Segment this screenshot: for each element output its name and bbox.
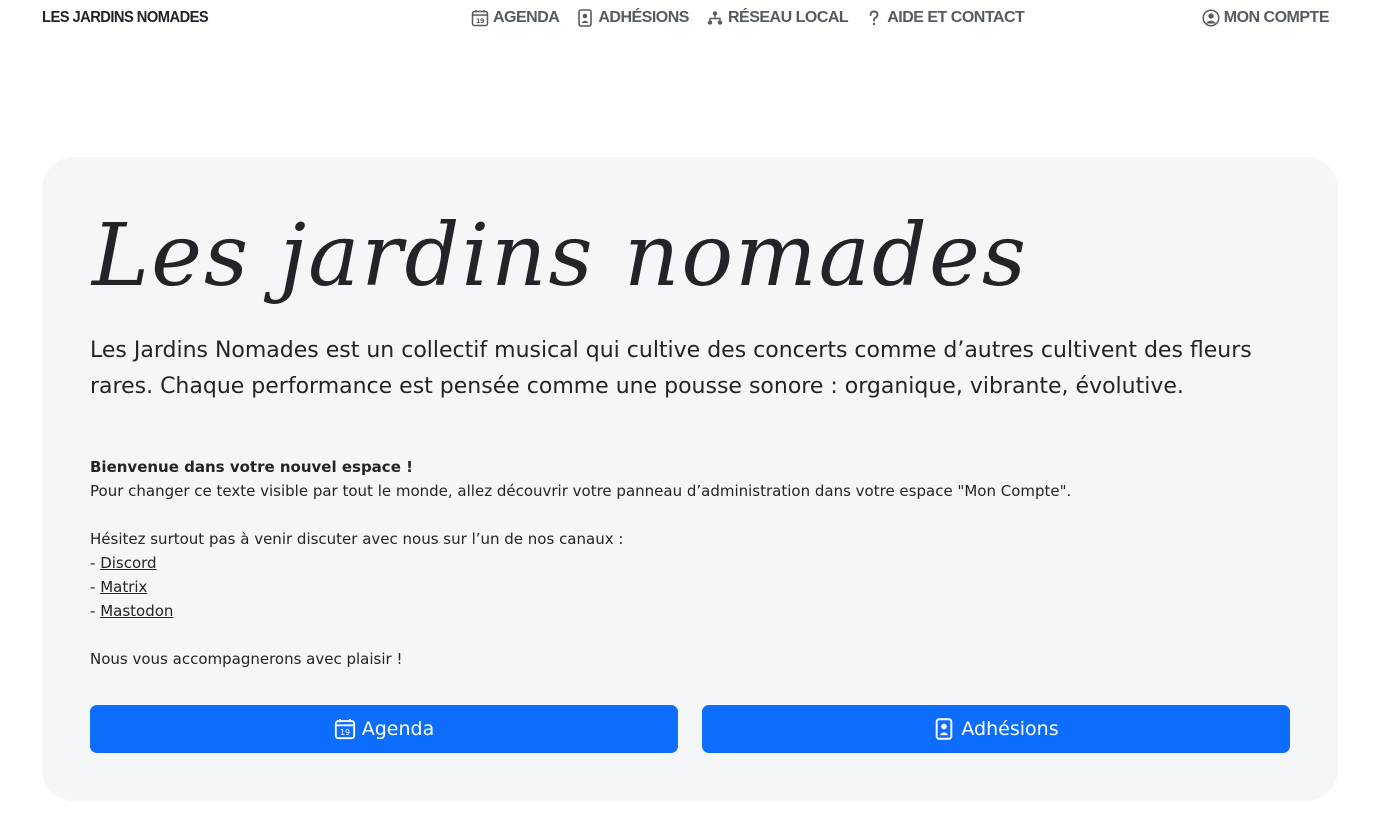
user-circle-icon: [1202, 9, 1220, 27]
calendar-icon: 19: [471, 9, 489, 27]
closing-text: Nous vous accompagnerons avec plaisir !: [90, 650, 403, 668]
agenda-button[interactable]: 19 Agenda: [90, 705, 678, 753]
nav-adhesions[interactable]: ADHÉSIONS: [576, 9, 689, 27]
adhesions-button-label: Adhésions: [961, 718, 1059, 740]
channels-intro: Hésitez surtout pas à venir discuter ave…: [90, 530, 624, 548]
hero-description: Bienvenue dans votre nouvel espace ! Pou…: [90, 455, 1290, 671]
top-navbar: LES JARDINS NOMADES 19 AGENDA ADHÉSIONS: [0, 0, 1375, 40]
admin-instructions: Pour changer ce texte visible par tout l…: [90, 482, 1072, 500]
nav-aide-contact[interactable]: AIDE ET CONTACT: [865, 9, 1025, 27]
account-menu: MON COMPTE: [1202, 9, 1330, 27]
nav-agenda-label: AGENDA: [493, 9, 560, 26]
hero-title: Les jardins nomades: [92, 206, 1029, 306]
nav-agenda[interactable]: 19 AGENDA: [471, 9, 560, 27]
agenda-button-label: Agenda: [361, 718, 435, 740]
nav-reseau-local[interactable]: RÉSEAU LOCAL: [706, 9, 849, 27]
matrix-link[interactable]: Matrix: [100, 578, 147, 596]
main-menu: 19 AGENDA ADHÉSIONS RÉSEAU LOCAL AIDE ET…: [471, 9, 1025, 27]
nav-mon-compte-label: MON COMPTE: [1223, 9, 1330, 26]
channel-item-matrix: - Matrix: [90, 578, 148, 596]
calendar-icon: 19: [334, 718, 355, 740]
nav-mon-compte[interactable]: MON COMPTE: [1202, 9, 1330, 27]
channel-item-discord: - Discord: [90, 554, 157, 572]
hero-section: Les jardins nomades Les Jardins Nomades …: [42, 157, 1338, 801]
svg-text:19: 19: [476, 17, 485, 25]
mastodon-link[interactable]: Mastodon: [100, 602, 173, 620]
welcome-heading: Bienvenue dans votre nouvel espace !: [90, 458, 413, 476]
nav-reseau-label: RÉSEAU LOCAL: [727, 9, 849, 26]
svg-text:19: 19: [340, 728, 350, 737]
brand-link[interactable]: LES JARDINS NOMADES: [42, 9, 209, 27]
discord-link[interactable]: Discord: [100, 554, 156, 572]
question-icon: [869, 10, 879, 26]
nav-adhesions-label: ADHÉSIONS: [598, 9, 689, 26]
adhesions-button[interactable]: Adhésions: [702, 705, 1290, 753]
network-icon: [707, 11, 723, 25]
member-card-icon: [578, 9, 593, 27]
channel-item-mastodon: - Mastodon: [90, 602, 174, 620]
nav-aide-label: AIDE ET CONTACT: [887, 9, 1025, 26]
member-card-icon: [936, 718, 953, 740]
hero-lead: Les Jardins Nomades est un collectif mus…: [90, 338, 1252, 399]
